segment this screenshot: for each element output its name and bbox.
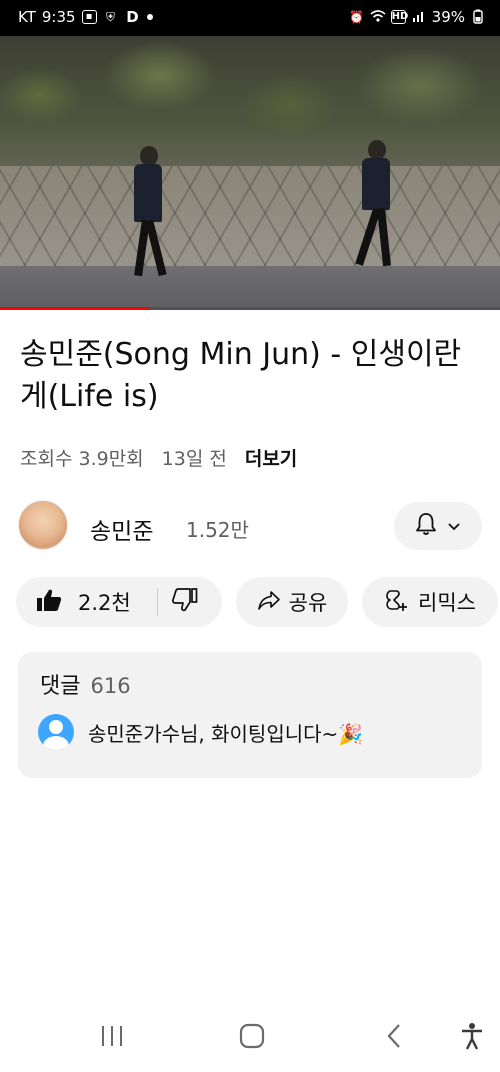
signal-icon	[411, 9, 427, 25]
video-frame-road	[0, 266, 500, 310]
comments-count: 616	[90, 674, 131, 698]
notification-bell-button[interactable]	[394, 502, 482, 550]
video-meta[interactable]: 조회수 3.9만회 13일 전 더보기	[20, 444, 297, 471]
video-player[interactable]	[0, 36, 500, 310]
more-link[interactable]: 더보기	[245, 444, 297, 471]
video-progress-fill	[0, 307, 150, 310]
thumbs-down-icon	[171, 587, 198, 617]
subscriber-count: 1.52만	[186, 518, 249, 542]
dislike-button[interactable]	[171, 587, 198, 617]
system-nav-bar	[0, 1000, 500, 1072]
share-icon	[257, 589, 281, 616]
carrier-label: KT	[18, 8, 36, 26]
remix-icon	[384, 588, 410, 617]
like-button[interactable]: 2.2천	[36, 587, 131, 617]
top-comment-text: 송민준가수님, 화이팅입니다~🎉	[88, 721, 364, 746]
comments-section[interactable]: 댓글 616 송민준가수님, 화이팅입니다~🎉	[18, 652, 482, 778]
remix-label: 리믹스	[418, 591, 476, 615]
notification-dot-icon	[146, 14, 153, 20]
back-icon[interactable]	[372, 1016, 416, 1056]
status-bar: KT 9:35 ▪ ⛨ D ⏰ HD 39%	[0, 0, 500, 36]
d-app-icon: D	[126, 8, 139, 26]
clock: 9:35	[41, 8, 76, 26]
home-icon[interactable]	[230, 1016, 274, 1056]
video-title: 송민준(Song Min Jun) - 인생이란 게(Life is)	[20, 337, 462, 414]
battery-percent: 39%	[431, 8, 465, 26]
chevron-down-icon	[447, 517, 461, 536]
action-bar: 2.2천 공유 리믹스	[16, 577, 500, 627]
accessibility-icon[interactable]	[450, 1016, 494, 1056]
like-divider	[156, 588, 158, 616]
video-progress-track[interactable]	[0, 307, 500, 310]
remix-button[interactable]: 리믹스	[362, 577, 498, 627]
wifi-icon	[370, 9, 386, 25]
alarm-icon: ⏰	[349, 10, 365, 24]
status-right: ⏰ HD 39%	[349, 8, 486, 26]
like-count: 2.2천	[78, 591, 131, 615]
share-button[interactable]: 공유	[236, 577, 348, 627]
upload-age: 13일 전	[161, 448, 227, 470]
gallery-icon: ▪	[81, 10, 97, 24]
video-frame-stone-wall	[0, 166, 500, 276]
like-dislike-chip: 2.2천	[16, 577, 222, 627]
hd-icon: HD	[390, 10, 409, 24]
status-left: KT 9:35 ▪ ⛨ D	[18, 8, 153, 26]
top-comment[interactable]: 송민준가수님, 화이팅입니다~🎉	[38, 714, 363, 750]
battery-icon	[470, 9, 486, 25]
bell-icon	[415, 512, 437, 540]
channel-row[interactable]: 송민준 1.52만	[18, 500, 482, 554]
thumbs-up-icon	[36, 588, 62, 617]
commenter-avatar-icon	[38, 714, 74, 750]
vpn-icon: ⛨	[106, 10, 116, 24]
comments-header: 댓글 616	[40, 668, 131, 700]
channel-avatar[interactable]	[18, 500, 68, 550]
recent-apps-icon[interactable]	[90, 1016, 134, 1056]
comments-label: 댓글	[40, 674, 81, 699]
share-label: 공유	[288, 591, 328, 615]
channel-name[interactable]: 송민준	[90, 512, 153, 546]
view-count: 조회수 3.9만회	[20, 448, 144, 470]
video-frame-foliage	[0, 36, 500, 186]
